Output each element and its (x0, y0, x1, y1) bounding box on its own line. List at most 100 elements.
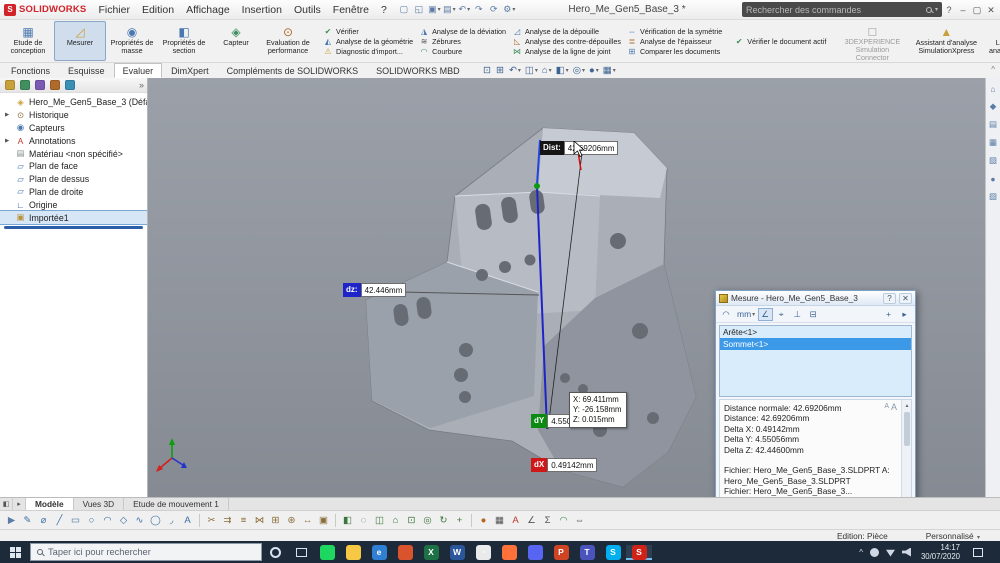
projection-icon[interactable]: ⊥ (790, 308, 805, 321)
offset-icon[interactable]: ≡ (236, 513, 251, 528)
section-view-icon[interactable]: ◫ ▾ (525, 65, 538, 76)
rollback-bar[interactable] (4, 225, 143, 229)
dialog-help-button[interactable]: ? (883, 292, 896, 304)
cortana-button[interactable] (262, 541, 288, 563)
sensors-folder[interactable]: ◉ Capteurs (0, 122, 147, 135)
file-explorer-icon[interactable]: ▦ (988, 137, 999, 148)
view-palette-icon[interactable]: ▧ (988, 155, 999, 166)
ribbon-tab[interactable]: Fonctions (2, 63, 59, 78)
scene-settings-icon[interactable]: ▦ ▾ (603, 65, 616, 76)
teams-icon[interactable]: T (574, 544, 600, 560)
view-orientation-icon[interactable]: ⌂ ▾ (542, 65, 552, 76)
print-icon[interactable]: ▤ ▾ (442, 2, 457, 17)
display-style-icon[interactable]: ◧ ▾ (556, 65, 569, 76)
menu-item[interactable]: Outils (288, 4, 327, 16)
appearance-icon[interactable]: ● (476, 513, 491, 528)
solidworks-icon[interactable]: S (626, 544, 652, 560)
measure-dialog-titlebar[interactable]: Mesure - Hero_Me_Gen5_Base_3 ? ✕ (716, 291, 915, 306)
command-search[interactable]: ▾ (742, 2, 942, 17)
top-plane[interactable]: ▱ Plan de dessus (0, 173, 147, 186)
sketch-picture-icon[interactable]: ▣ (316, 513, 331, 528)
compare-documents-button[interactable]: ⊞ Comparer les documents (627, 47, 722, 56)
text-icon[interactable]: A (180, 513, 195, 528)
photos-icon[interactable] (392, 544, 418, 560)
discord-icon[interactable] (522, 544, 548, 560)
new-icon[interactable]: ▢ (397, 2, 412, 17)
redo-icon[interactable]: ↷ (472, 2, 487, 17)
mass-properties-button[interactable]: ◉ Propriétés de masse (106, 21, 158, 61)
view-orientation-icon[interactable]: ⌂ (388, 513, 403, 528)
open-icon[interactable]: ◱ (412, 2, 427, 17)
action-center-button[interactable] (970, 547, 986, 557)
splitter-icon[interactable]: ◧ (0, 498, 13, 510)
mass-properties-icon[interactable]: Σ (540, 513, 555, 528)
pin-icon[interactable]: + (881, 308, 896, 321)
flyout-icon[interactable]: ▸ (897, 308, 912, 321)
measure-selection-list[interactable]: Arête<1> Sommet<1> (719, 325, 912, 397)
model-tab[interactable]: Vues 3D (74, 498, 125, 510)
select-icon[interactable]: ▶ (4, 513, 19, 528)
undercut-analysis-button[interactable]: ◺ Analyse des contre-dépouilles (512, 37, 621, 46)
polygon-icon[interactable]: ◇ (116, 513, 131, 528)
rotate-view-icon[interactable]: ↻ (436, 513, 451, 528)
search-icon[interactable] (925, 6, 932, 13)
floxpress-analysis-button[interactable]: ≈ Lancement des analyses FloXpress (983, 21, 1000, 61)
expand-arrow-icon[interactable]: ▶ (5, 138, 12, 144)
display-style-icon[interactable]: ◧ (340, 513, 355, 528)
edit-appearance-icon[interactable]: ● ▾ (589, 65, 599, 76)
marketplace-icon[interactable]: ◆ (988, 101, 999, 112)
file-explorer-icon[interactable] (340, 544, 366, 560)
design-study-button[interactable]: ▦ Etude de conception (2, 21, 54, 61)
minimize-button[interactable]: – (956, 5, 970, 15)
symmetry-check-button[interactable]: ⇔ Vérification de la symétrie (627, 27, 722, 36)
start-button[interactable] (0, 541, 30, 563)
pan-icon[interactable]: + (452, 513, 467, 528)
circle-icon[interactable]: ○ (84, 513, 99, 528)
close-button[interactable]: ✕ (984, 5, 998, 16)
line-icon[interactable]: ╱ (52, 513, 67, 528)
move-entities-icon[interactable]: ↔ (300, 513, 315, 528)
tab-list-icon[interactable]: ▸ (13, 498, 26, 510)
configuration-manager-tab[interactable] (35, 80, 45, 90)
model-tab[interactable]: Modèle (26, 498, 74, 510)
check-active-document-button[interactable]: ✔ Vérifier le document actif (734, 21, 826, 61)
symmetry-icon[interactable]: ⇔ (572, 513, 587, 528)
excel-icon[interactable]: X (418, 544, 444, 560)
curvature-button[interactable]: ◠ Courbure (419, 47, 506, 56)
origin-node[interactable]: ∟ Origine (0, 198, 147, 211)
arc-icon[interactable]: ◠ (100, 513, 115, 528)
scene-icon[interactable]: ▦ (492, 513, 507, 528)
font-decrease-button[interactable]: A (884, 402, 889, 412)
powerpoint-icon[interactable]: P (548, 544, 574, 560)
menu-item[interactable]: Affichage (180, 4, 236, 16)
annotation-icon[interactable]: A (508, 513, 523, 528)
ribbon-tab[interactable]: Compléments de SOLIDWORKS (218, 63, 368, 78)
design-library-icon[interactable]: ▤ (988, 119, 999, 130)
curvature-icon[interactable]: ◠ (556, 513, 571, 528)
front-plane[interactable]: ▱ Plan de face (0, 160, 147, 173)
command-search-input[interactable] (746, 4, 923, 15)
expand-arrow-icon[interactable]: ▶ (5, 112, 12, 118)
sketch-icon[interactable]: ✎ (20, 513, 35, 528)
sensor-button[interactable]: ◈ Capteur (210, 21, 262, 61)
section-view-icon[interactable]: ◫ (372, 513, 387, 528)
selection-item[interactable]: Sommet<1> (720, 338, 911, 350)
deviation-analysis-button[interactable]: ◮ Analyse de la déviation (419, 27, 506, 36)
hide-show-icon[interactable]: ◎ ▾ (573, 65, 585, 76)
volume-icon[interactable] (901, 547, 911, 557)
measurement-history-icon[interactable]: ⊟ (806, 308, 821, 321)
task-view-button[interactable] (288, 541, 314, 563)
trim-icon[interactable]: ✂ (204, 513, 219, 528)
firefox-icon[interactable] (496, 544, 522, 560)
dimxpert-manager-tab[interactable] (50, 80, 60, 90)
rebuild-icon[interactable]: ⟳ (487, 2, 502, 17)
zoom-fit-icon[interactable]: ⊡ (483, 65, 492, 76)
property-manager-tab[interactable] (20, 80, 30, 90)
fillet-icon[interactable]: ◞ (164, 513, 179, 528)
skype-icon[interactable]: S (600, 544, 626, 560)
dialog-close-button[interactable]: ✕ (899, 292, 912, 304)
spline-icon[interactable]: ∿ (132, 513, 147, 528)
linear-pattern-icon[interactable]: ⊞ (268, 513, 283, 528)
search-dropdown-icon[interactable]: ▾ (935, 6, 938, 13)
display-manager-tab[interactable] (65, 80, 75, 90)
